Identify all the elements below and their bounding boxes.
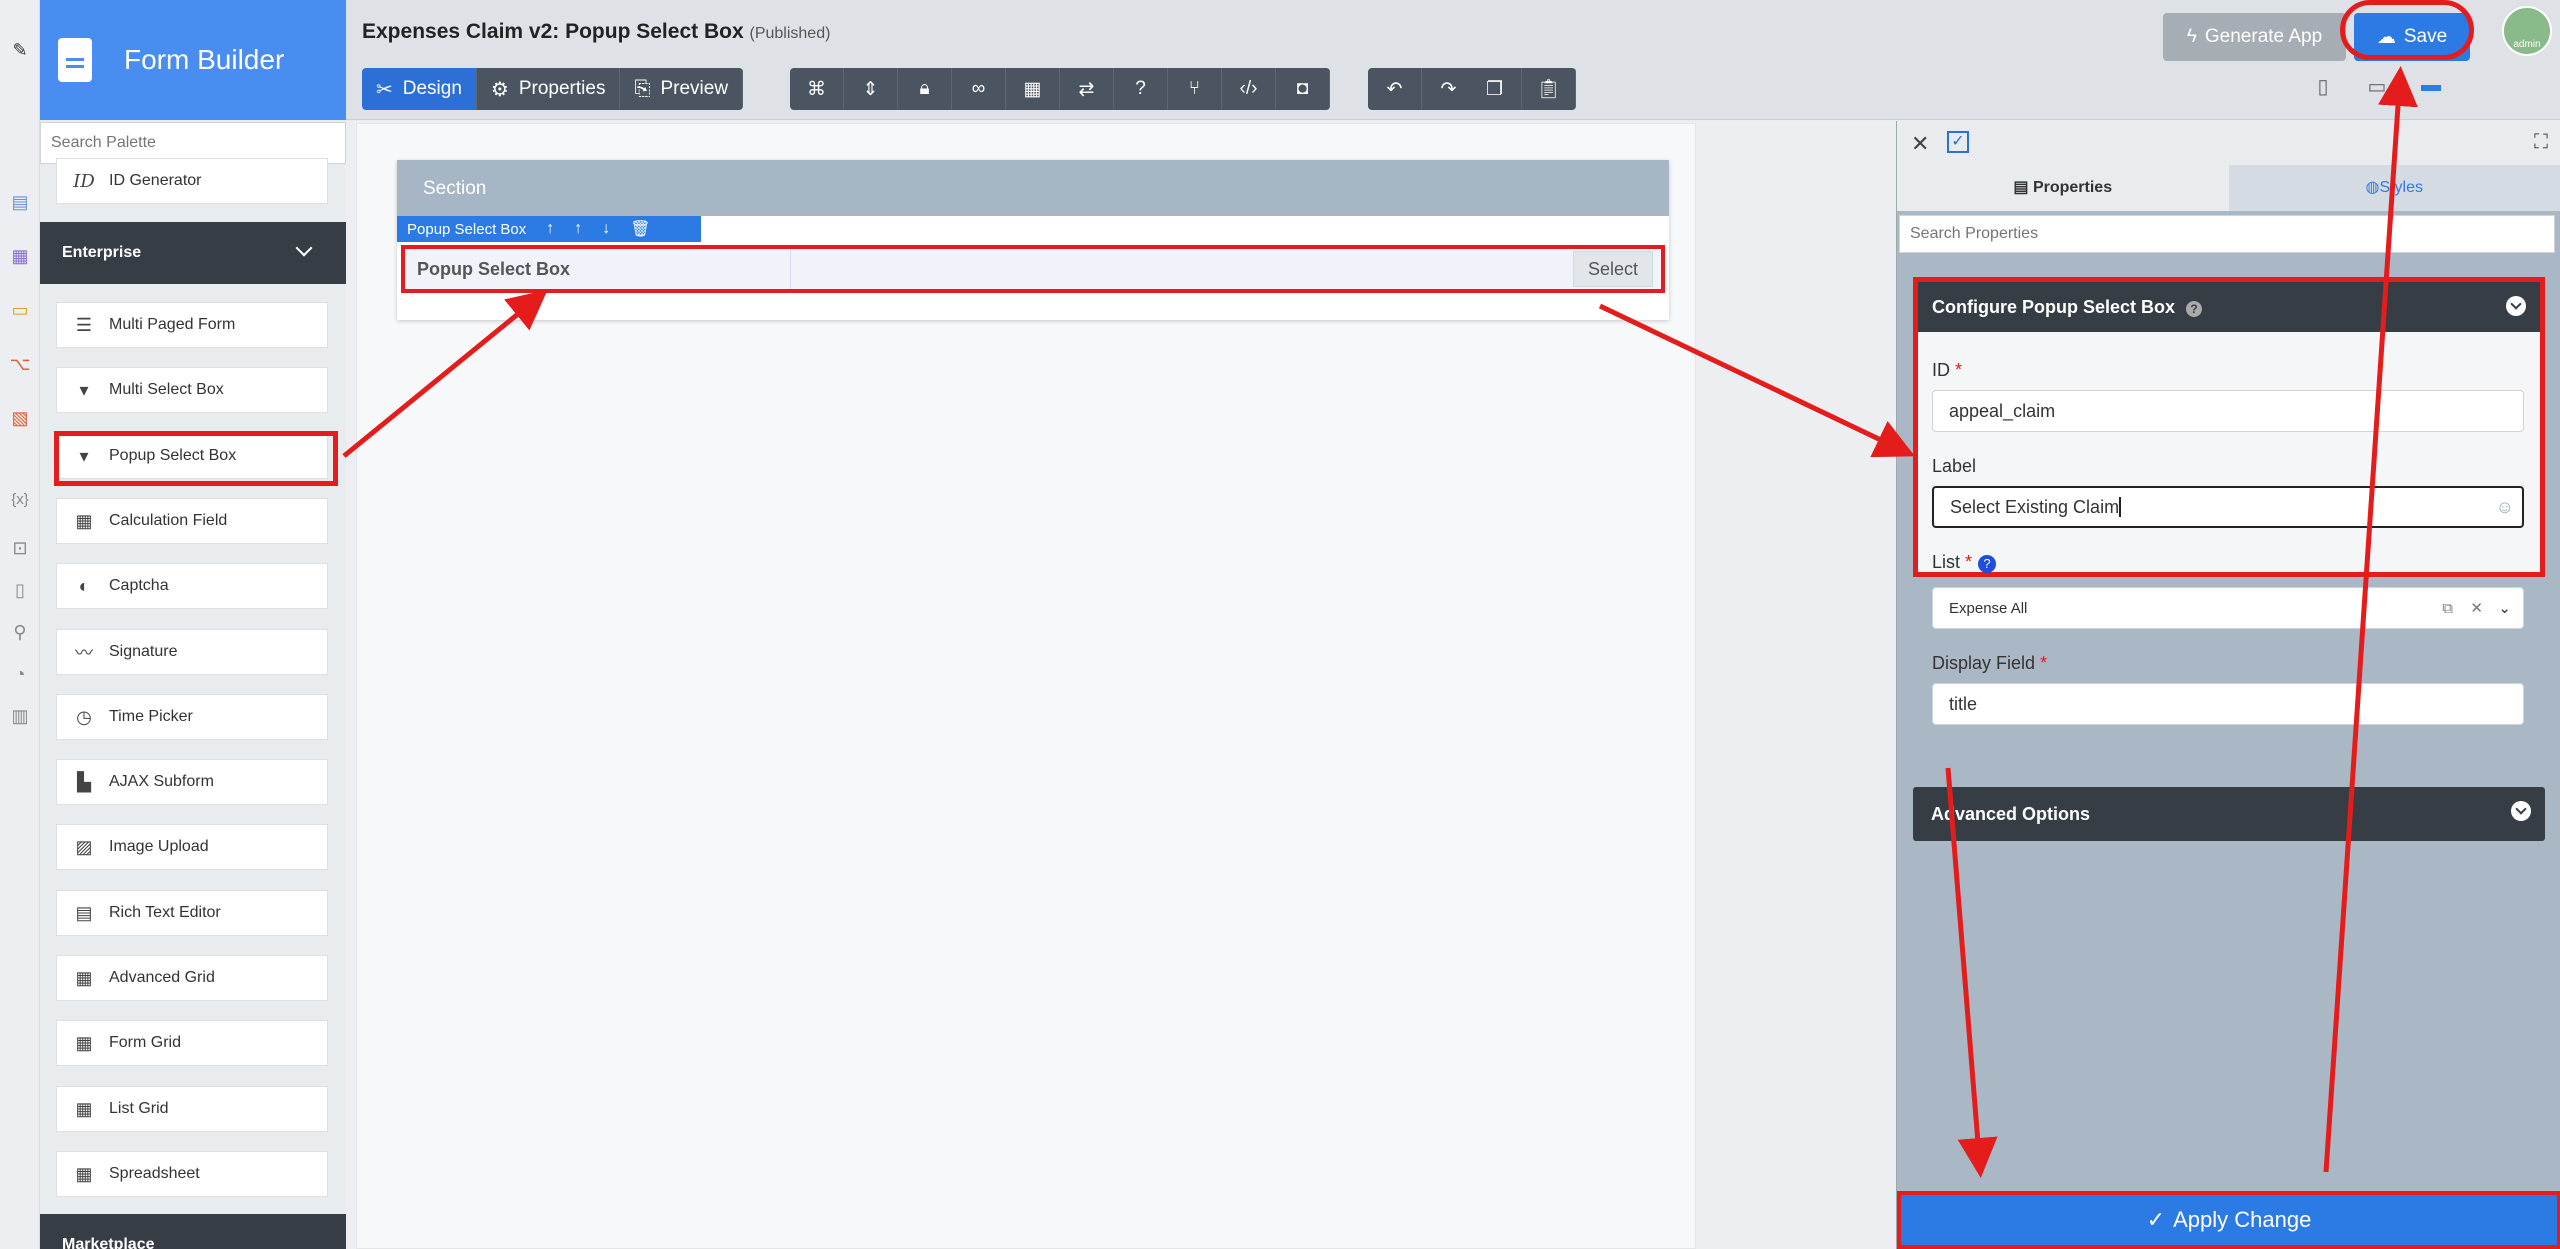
arrow-canvas-to-properties <box>1598 303 1916 458</box>
arrow-properties-to-apply <box>1945 767 1998 1178</box>
annotation-arrows <box>342 66 2418 1178</box>
arrow-palette-to-canvas <box>342 289 548 458</box>
arrow-apply-to-save <box>2323 66 2418 1173</box>
